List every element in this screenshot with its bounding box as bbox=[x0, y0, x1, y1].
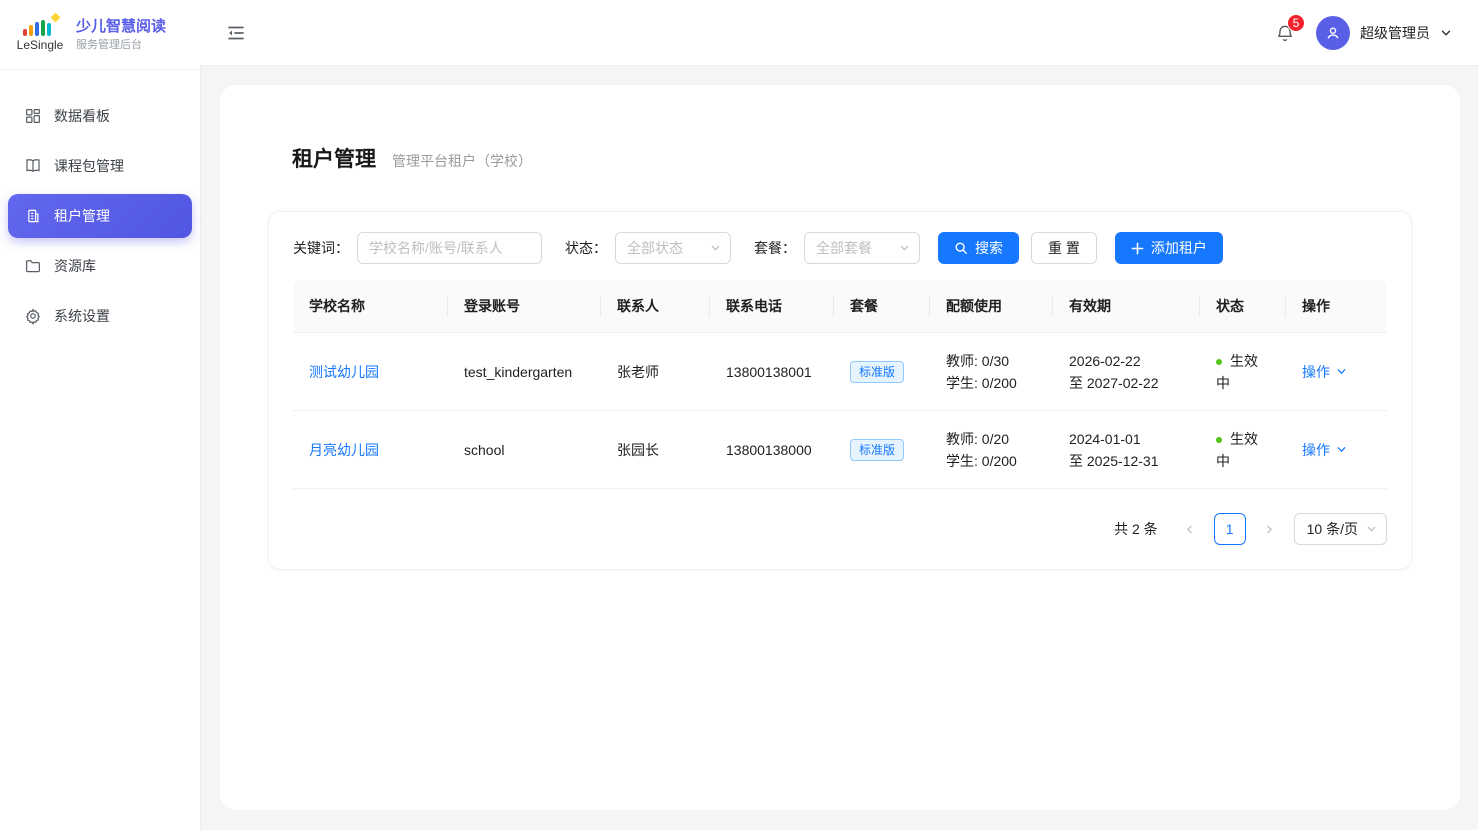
plus-icon bbox=[1131, 242, 1144, 255]
plan-label: 套餐： bbox=[754, 238, 796, 258]
col-phone: 联系电话 bbox=[710, 280, 834, 332]
plan-select-value: 全部套餐 bbox=[816, 238, 872, 258]
keyword-input[interactable] bbox=[357, 232, 542, 264]
chevron-down-icon bbox=[710, 243, 721, 254]
plan-select[interactable]: 全部套餐 bbox=[804, 232, 920, 264]
logo-spark-icon bbox=[51, 12, 61, 22]
menu-fold-icon[interactable] bbox=[224, 21, 248, 45]
add-tenant-button[interactable]: 添加租户 bbox=[1115, 232, 1223, 264]
sidebar-item-label: 课程包管理 bbox=[54, 156, 124, 176]
sidebar-item-label: 资源库 bbox=[54, 256, 96, 276]
status-dot-icon bbox=[1216, 359, 1222, 365]
status-select[interactable]: 全部状态 bbox=[615, 232, 731, 264]
page-size-select[interactable]: 10 条/页 bbox=[1294, 513, 1387, 545]
col-validity: 有效期 bbox=[1053, 280, 1200, 332]
pagination-page-1[interactable]: 1 bbox=[1214, 513, 1246, 545]
contact-cell: 张老师 bbox=[601, 333, 710, 410]
sidebar-item-tenants[interactable]: 租户管理 bbox=[8, 194, 192, 238]
col-contact: 联系人 bbox=[601, 280, 710, 332]
chevron-down-icon bbox=[1336, 366, 1347, 377]
row-actions-dropdown[interactable]: 操作 bbox=[1302, 439, 1347, 461]
quota-cell: 教师: 0/30学生: 0/200 bbox=[930, 333, 1053, 410]
col-status: 状态 bbox=[1200, 280, 1286, 332]
phone-cell: 13800138001 bbox=[710, 333, 834, 410]
pagination-next-button[interactable] bbox=[1254, 513, 1286, 545]
user-icon bbox=[1324, 24, 1342, 42]
contact-cell: 张园长 bbox=[601, 411, 710, 488]
sidebar-item-dashboard[interactable]: 数据看板 bbox=[8, 94, 192, 138]
plan-badge: 标准版 bbox=[850, 361, 904, 383]
plan-badge: 标准版 bbox=[850, 439, 904, 461]
login-account-cell: test_kindergarten bbox=[448, 333, 601, 410]
quota-cell: 教师: 0/20学生: 0/200 bbox=[930, 411, 1053, 488]
search-icon bbox=[954, 241, 968, 255]
notification-badge: 5 bbox=[1287, 14, 1305, 32]
user-name: 超级管理员 bbox=[1360, 23, 1430, 43]
col-login-account: 登录账号 bbox=[448, 280, 601, 332]
keyword-label: 关键词： bbox=[293, 238, 349, 258]
pagination: 共 2 条 1 10 条/页 bbox=[293, 513, 1387, 545]
top-header: 5 超级管理员 bbox=[200, 0, 1478, 66]
chevron-right-icon bbox=[1264, 524, 1275, 535]
filter-bar: 关键词： 状态： 全部状态 套餐： 全部套餐 搜索 bbox=[293, 232, 1387, 264]
sidebar-menu: 数据看板 课程包管理 租户管理 资源库 系统设置 bbox=[0, 70, 200, 362]
status-dot-icon bbox=[1216, 437, 1222, 443]
validity-cell: 2026-02-22至 2027-02-22 bbox=[1053, 333, 1200, 410]
brand-subtitle: 服务管理后台 bbox=[76, 38, 166, 52]
chevron-left-icon bbox=[1184, 524, 1195, 535]
sidebar-item-settings[interactable]: 系统设置 bbox=[8, 294, 192, 338]
search-button[interactable]: 搜索 bbox=[938, 232, 1019, 264]
chevron-down-icon bbox=[1440, 27, 1452, 39]
folder-icon bbox=[24, 257, 42, 275]
school-name-link[interactable]: 测试幼儿园 bbox=[309, 361, 379, 383]
col-actions: 操作 bbox=[1286, 280, 1387, 332]
table-row: 月亮幼儿园 school 张园长 13800138000 标准版 教师: 0/2… bbox=[293, 411, 1387, 489]
school-name-link[interactable]: 月亮幼儿园 bbox=[309, 439, 379, 461]
avatar bbox=[1316, 16, 1350, 50]
reset-button[interactable]: 重 置 bbox=[1031, 232, 1097, 264]
sidebar-item-label: 租户管理 bbox=[54, 206, 110, 226]
notification-bell[interactable]: 5 bbox=[1272, 20, 1298, 46]
brand-logo: LeSingle bbox=[14, 18, 66, 52]
status-select-value: 全部状态 bbox=[627, 238, 683, 258]
table-row: 测试幼儿园 test_kindergarten 张老师 13800138001 … bbox=[293, 333, 1387, 411]
sidebar-item-course-packages[interactable]: 课程包管理 bbox=[8, 144, 192, 188]
status-badge: 生效中 bbox=[1216, 350, 1270, 394]
brand-block: LeSingle 少儿智慧阅读 服务管理后台 bbox=[0, 0, 200, 70]
content-area: 租户管理 管理平台租户（学校） 关键词： 状态： 全部状态 套餐： 全部套餐 bbox=[200, 66, 1478, 830]
col-plan: 套餐 bbox=[834, 280, 930, 332]
brand-logo-text: LeSingle bbox=[17, 38, 64, 52]
login-account-cell: school bbox=[448, 411, 601, 488]
brand-title: 少儿智慧阅读 bbox=[76, 17, 166, 37]
user-menu[interactable]: 超级管理员 bbox=[1316, 16, 1452, 50]
status-label: 状态： bbox=[565, 238, 607, 258]
page-title: 租户管理 bbox=[292, 143, 376, 173]
col-quota: 配额使用 bbox=[930, 280, 1053, 332]
chevron-down-icon bbox=[1336, 444, 1347, 455]
sidebar: LeSingle 少儿智慧阅读 服务管理后台 数据看板 课程包管理 租户管理 资… bbox=[0, 0, 200, 830]
sidebar-item-label: 系统设置 bbox=[54, 306, 110, 326]
tenant-panel: 关键词： 状态： 全部状态 套餐： 全部套餐 搜索 bbox=[268, 211, 1412, 570]
building-icon bbox=[24, 207, 42, 225]
pagination-prev-button[interactable] bbox=[1174, 513, 1206, 545]
book-icon bbox=[24, 157, 42, 175]
sidebar-item-label: 数据看板 bbox=[54, 106, 110, 126]
chevron-down-icon bbox=[899, 243, 910, 254]
page-subtitle: 管理平台租户（学校） bbox=[392, 151, 532, 171]
col-school-name: 学校名称 bbox=[293, 280, 448, 332]
row-actions-dropdown[interactable]: 操作 bbox=[1302, 361, 1347, 383]
gear-icon bbox=[24, 307, 42, 325]
page-card: 租户管理 管理平台租户（学校） 关键词： 状态： 全部状态 套餐： 全部套餐 bbox=[220, 85, 1460, 810]
validity-cell: 2024-01-01至 2025-12-31 bbox=[1053, 411, 1200, 488]
tenant-table: 学校名称 登录账号 联系人 联系电话 套餐 配额使用 有效期 状态 操作 测试幼… bbox=[293, 280, 1387, 489]
page-size-value: 10 条/页 bbox=[1307, 519, 1358, 539]
dashboard-icon bbox=[24, 107, 42, 125]
table-header: 学校名称 登录账号 联系人 联系电话 套餐 配额使用 有效期 状态 操作 bbox=[293, 280, 1387, 333]
status-badge: 生效中 bbox=[1216, 428, 1270, 472]
phone-cell: 13800138000 bbox=[710, 411, 834, 488]
sidebar-item-resources[interactable]: 资源库 bbox=[8, 244, 192, 288]
chevron-down-icon bbox=[1366, 524, 1377, 535]
pagination-total: 共 2 条 bbox=[1114, 519, 1158, 539]
logo-bars-icon bbox=[23, 18, 57, 36]
